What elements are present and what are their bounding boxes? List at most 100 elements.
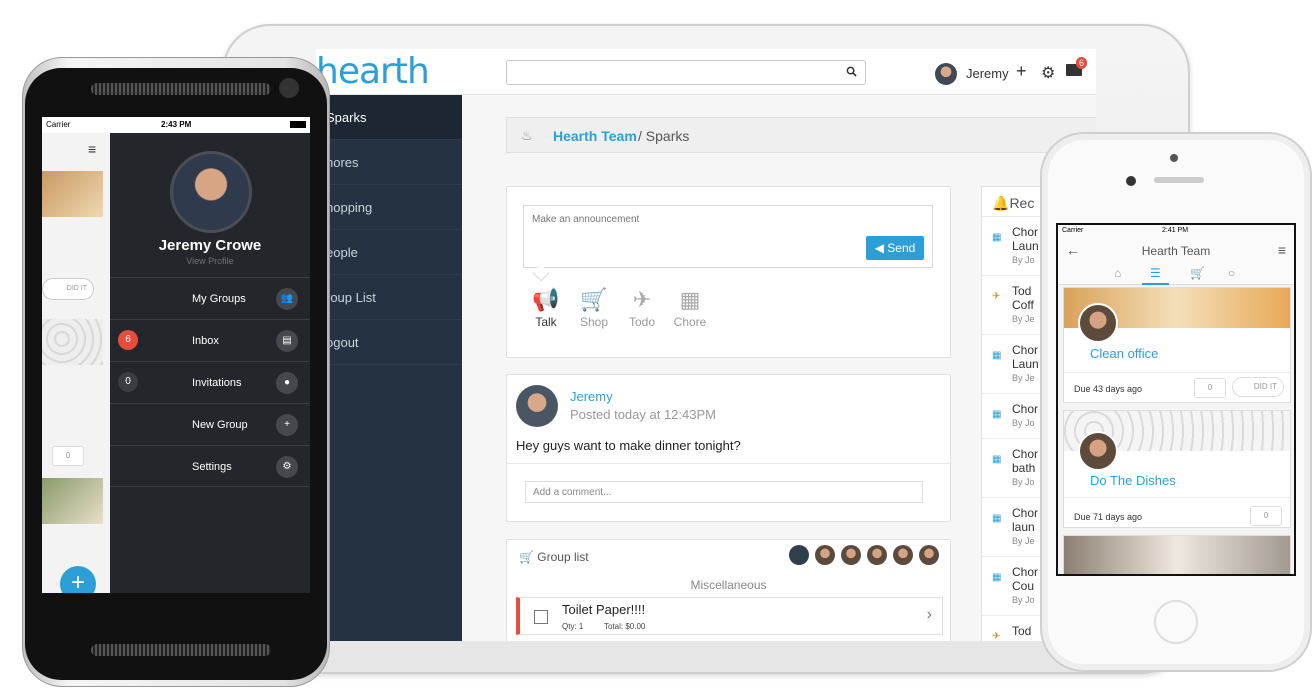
profile-name: Jeremy Crowe	[158, 237, 262, 254]
paper-plane-icon: ✈	[632, 287, 652, 312]
profile-avatar[interactable]	[170, 151, 252, 233]
sidebar-item-sparks[interactable]: Sparks	[316, 95, 462, 140]
breadcrumb: ♨ Hearth Team / Sparks	[506, 117, 1096, 153]
cart-icon[interactable]: 🛒	[1190, 266, 1205, 280]
talk-option[interactable]: 📢 Talk	[521, 287, 571, 329]
dishes-thumbnail	[42, 319, 103, 365]
card-title[interactable]: Do The Dishes	[1090, 473, 1176, 488]
comment-count[interactable]: 0	[52, 446, 84, 466]
cart-icon: 🛒	[580, 287, 608, 312]
room-thumbnail	[42, 478, 103, 524]
status-time: 2:43 PM	[161, 120, 192, 129]
chore-card[interactable]	[1063, 535, 1291, 574]
list-icon[interactable]: ☰	[1142, 266, 1169, 285]
chore-option[interactable]: ▦ Chore	[665, 287, 715, 329]
sidebar-item-people[interactable]: eople	[316, 230, 462, 275]
card-title[interactable]: Clean office	[1090, 346, 1158, 361]
search-bar[interactable]	[506, 60, 866, 85]
sidebar-item-chores[interactable]: hores	[316, 140, 462, 185]
post-author[interactable]: Jeremy	[570, 389, 613, 404]
carrier: Carrier	[1062, 227, 1084, 234]
post-text: Hey guys want to make dinner tonight?	[516, 438, 741, 453]
todo-label: Todo	[628, 315, 656, 329]
comment-count[interactable]: 0	[1194, 378, 1226, 398]
due-date: Due 71 days ago	[1074, 512, 1143, 522]
calendar-icon: ▦	[992, 409, 1002, 420]
sensor	[73, 84, 81, 92]
front-camera	[1170, 154, 1178, 162]
home-button[interactable]	[1154, 600, 1198, 644]
hearth-logo[interactable]: hearth	[316, 51, 430, 92]
flame-icon: ♨	[521, 128, 533, 143]
menu-label: Settings	[192, 461, 232, 473]
avatar[interactable]	[867, 545, 887, 565]
sidebar-item-group-list[interactable]: roup List	[316, 275, 462, 320]
avatar[interactable]	[789, 545, 809, 565]
todo-option[interactable]: ✈ Todo	[617, 287, 667, 329]
user-avatar[interactable]	[935, 63, 957, 85]
did-it-toggle[interactable]: DID IT	[1232, 377, 1284, 397]
carrier: Carrier	[46, 120, 71, 129]
list-section-title: Miscellaneous	[690, 578, 767, 592]
menu-item-settings[interactable]: Settings ⚙	[110, 445, 310, 487]
list-item[interactable]: Toilet Paper!!!! Qty: 1 Total: $0.00 ›	[516, 597, 943, 635]
bell-icon: 🔔	[992, 195, 1010, 211]
iphone-screen: Carrier 2:41 PM ← Hearth Team ≡ ⌂ ☰ 🛒 ○ …	[1056, 223, 1296, 576]
chat-icon[interactable]: ○	[1228, 266, 1235, 280]
menu-icon[interactable]: ≡	[1278, 242, 1286, 258]
menu-label: Invitations	[192, 377, 242, 389]
avatar[interactable]	[841, 545, 861, 565]
breadcrumb-team-link[interactable]: Hearth Team	[553, 128, 637, 144]
breadcrumb-current: / Sparks	[638, 128, 690, 144]
navigation-drawer: Jeremy Crowe View Profile My Groups 👥 6 …	[110, 133, 310, 593]
avatar[interactable]	[893, 545, 913, 565]
chevron-right-icon[interactable]: ›	[927, 606, 932, 624]
gear-icon[interactable]: ⚙	[1041, 63, 1055, 83]
chore-card[interactable]: Do The Dishes Due 71 days ago 0	[1063, 410, 1291, 528]
tablet-sidebar: Sparks hores hopping eople roup List ogo…	[316, 95, 462, 641]
home-icon[interactable]: ⌂	[1114, 266, 1121, 280]
chore-thumbnail	[42, 171, 103, 217]
search-icon[interactable]	[846, 66, 857, 77]
send-button[interactable]: ◀ Send	[866, 236, 924, 260]
chore-card[interactable]: Clean office Due 43 days ago 0 DID IT	[1063, 287, 1291, 403]
view-profile-link[interactable]: View Profile	[110, 256, 310, 266]
page-title: Hearth Team	[1141, 244, 1211, 258]
item-total: Total: $0.00	[604, 622, 646, 631]
item-checkbox[interactable]	[534, 610, 548, 624]
announcement-input[interactable]: Make an announcement ◀ Send	[523, 205, 933, 268]
group-list-label: Group list	[537, 550, 589, 564]
iphone-navbar: ← Hearth Team ≡ ⌂ ☰ 🛒 ○	[1058, 237, 1294, 285]
status-bar: Carrier 2:41 PM	[1058, 225, 1294, 237]
search-input[interactable]	[513, 61, 833, 83]
sidebar-item-logout[interactable]: ogout	[316, 320, 462, 365]
plus-icon[interactable]: +	[1016, 61, 1027, 82]
did-it-toggle[interactable]: DID IT	[42, 278, 94, 300]
tablet-header: hearth Jeremy + ⚙ 6	[316, 49, 1096, 95]
chat-icon: ▤	[276, 330, 298, 352]
post-avatar[interactable]	[516, 385, 558, 427]
invitations-badge: 0	[118, 372, 138, 392]
sidebar-item-shopping[interactable]: hopping	[316, 185, 462, 230]
comment-count[interactable]: 0	[1250, 506, 1282, 526]
paper-plane-icon: ✈	[992, 631, 1001, 641]
menu-item-my-groups[interactable]: My Groups 👥	[110, 277, 310, 319]
plus-icon: +	[276, 414, 298, 436]
user-name[interactable]: Jeremy	[966, 66, 1009, 81]
item-name: Toilet Paper!!!!	[562, 602, 646, 617]
megaphone-icon: ◀	[874, 241, 888, 255]
menu-icon[interactable]: ≡	[88, 141, 96, 157]
menu-item-inbox[interactable]: 6 Inbox ▤	[110, 319, 310, 361]
avatar[interactable]	[815, 545, 835, 565]
earpiece	[1154, 177, 1204, 183]
avatar[interactable]	[919, 545, 939, 565]
menu-label: My Groups	[192, 293, 246, 305]
comment-input[interactable]: Add a comment...	[525, 481, 923, 503]
menu-item-new-group[interactable]: New Group +	[110, 403, 310, 445]
group-list-card: 🛒 Group list Miscellaneous Toilet Paper!…	[506, 539, 951, 641]
shop-option[interactable]: 🛒 Shop	[569, 287, 619, 329]
add-button[interactable]: +	[60, 566, 96, 593]
menu-item-invitations[interactable]: 0 Invitations ●	[110, 361, 310, 403]
menu-label: New Group	[192, 419, 248, 431]
post-card: Jeremy Posted today at 12:43PM Hey guys …	[506, 374, 951, 522]
